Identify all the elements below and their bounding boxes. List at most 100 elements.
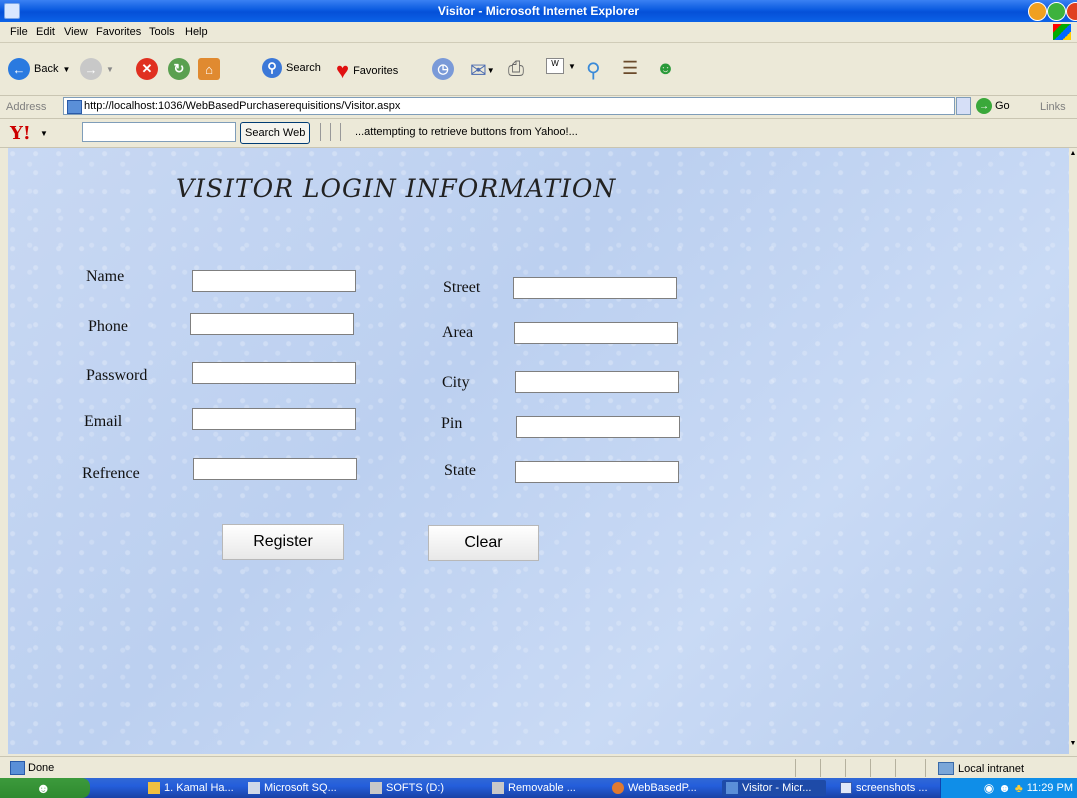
taskbar-item[interactable]: 1. Kamal Ha... [144, 780, 234, 796]
maximize-button[interactable] [1047, 2, 1066, 21]
name-input[interactable] [192, 270, 356, 292]
favorites-label: Favorites [353, 65, 399, 77]
taskbar-item[interactable]: WebBasedP... [608, 780, 708, 796]
password-input[interactable] [192, 362, 356, 384]
network-icon[interactable]: ◉ [984, 781, 994, 795]
discuss-button[interactable]: ⚲ [586, 58, 601, 83]
email-input[interactable] [192, 408, 356, 430]
back-button[interactable]: ← Back ▼ [8, 58, 70, 80]
page-status-icon [10, 761, 25, 775]
menu-edit[interactable]: Edit [36, 26, 55, 38]
yahoo-search-button[interactable]: Search Web [240, 122, 311, 144]
messenger-button[interactable]: ☻ [656, 58, 675, 79]
vertical-scrollbar[interactable]: ▲ ▼ [1069, 148, 1077, 754]
page-icon [67, 100, 82, 114]
print-icon: ⎙ [508, 58, 524, 80]
word-edit-icon: W [546, 58, 564, 74]
address-label: Address [6, 101, 47, 113]
forward-arrow-icon: → [80, 58, 102, 80]
yahoo-logo[interactable]: Y! [10, 123, 31, 144]
forward-button[interactable]: → ▼ [80, 58, 114, 80]
phone-input[interactable] [190, 313, 354, 335]
title-bar[interactable]: Visitor - Microsoft Internet Explorer [0, 0, 1077, 22]
yahoo-dropdown-icon[interactable]: ▼ [40, 129, 48, 138]
home-button[interactable]: ⌂ [198, 58, 220, 80]
stop-button[interactable]: ✕ [136, 58, 158, 80]
menu-view[interactable]: View [64, 26, 88, 38]
address-url: http://localhost:1036/WebBasedPurchasere… [84, 100, 401, 112]
home-icon: ⌂ [198, 58, 220, 80]
menu-help[interactable]: Help [185, 26, 208, 38]
scroll-down-arrow-icon[interactable]: ▼ [1069, 740, 1077, 750]
menu-favorites[interactable]: Favorites [96, 26, 141, 38]
clear-button[interactable]: Clear [428, 525, 539, 561]
yahoo-toolbar: Y! ▼ Search Web ...attempting to retriev… [0, 119, 1077, 148]
name-label: Name [86, 268, 125, 285]
go-button[interactable]: → Go [976, 98, 1010, 114]
scroll-up-arrow-icon[interactable]: ▲ [1069, 150, 1077, 160]
yahoo-search-input[interactable] [82, 122, 236, 142]
print-button[interactable]: ⎙ [508, 58, 524, 81]
research-button[interactable]: ☰ [622, 58, 638, 79]
stop-icon: ✕ [136, 58, 158, 80]
street-label: Street [443, 279, 481, 296]
page-title: VISITOR LOGIN INFORMATION [176, 174, 617, 203]
street-input[interactable] [513, 277, 677, 299]
system-tray: ◉ ☻ ♣ 11:29 PM [940, 778, 1077, 798]
mail-button[interactable]: ✉ ▼ [470, 58, 495, 83]
messenger-tray-icon[interactable]: ☻ [998, 781, 1011, 795]
area-input[interactable] [514, 322, 678, 344]
taskbar-item[interactable]: SOFTS (D:) [366, 780, 462, 796]
pin-input[interactable] [516, 416, 680, 438]
tray-app-icon[interactable]: ♣ [1015, 781, 1023, 795]
taskbar-item-label: Visitor - Micr... [742, 782, 812, 794]
start-button[interactable]: ☻ [0, 778, 90, 798]
menu-file[interactable]: File [10, 26, 28, 38]
address-input[interactable]: http://localhost:1036/WebBasedPurchasere… [63, 97, 955, 115]
taskbar-item[interactable]: Microsoft SQ... [244, 780, 344, 796]
standard-toolbar: ← Back ▼ → ▼ ✕ ↻ ⌂ ⚲ Search ♥ Favorites … [0, 43, 1077, 96]
taskbar-item-active[interactable]: Visitor - Micr... [722, 780, 826, 796]
separator [340, 123, 341, 141]
refrence-input[interactable] [193, 458, 357, 480]
security-zone: Local intranet [938, 762, 1024, 775]
forward-dropdown-icon: ▼ [106, 64, 114, 74]
separator [330, 123, 331, 141]
taskbar-item[interactable]: Removable ... [488, 780, 584, 796]
links-button[interactable]: Links [1040, 101, 1066, 113]
history-button[interactable]: ◷ [432, 58, 454, 80]
status-divider [845, 759, 846, 777]
taskbar-item-label: Removable ... [508, 782, 576, 794]
go-arrow-icon: → [976, 98, 992, 114]
taskbar-item[interactable]: screenshots ... [836, 780, 936, 796]
menu-bar: File Edit View Favorites Tools Help [0, 22, 1077, 43]
pin-label: Pin [441, 415, 463, 432]
drive-icon [492, 782, 504, 794]
city-input[interactable] [515, 371, 679, 393]
state-label: State [444, 462, 476, 479]
user-icon: ☻ [36, 780, 51, 796]
taskbar-item-label: Microsoft SQ... [264, 782, 337, 794]
status-divider [820, 759, 821, 777]
taskbar-item-label: SOFTS (D:) [386, 782, 445, 794]
page-content: VISITOR LOGIN INFORMATION Name Phone Pas… [8, 148, 1069, 754]
register-button[interactable]: Register [222, 524, 344, 560]
favorites-button[interactable]: ♥ Favorites [336, 58, 398, 84]
refresh-icon: ↻ [168, 58, 190, 80]
discuss-icon: ⚲ [586, 60, 601, 82]
search-button[interactable]: ⚲ Search [262, 58, 321, 78]
mail-icon: ✉ [470, 60, 487, 82]
menu-tools[interactable]: Tools [149, 26, 175, 38]
zone-label: Local intranet [958, 762, 1025, 775]
status-bar: Done Local intranet [0, 756, 1077, 779]
edit-dropdown-icon: ▼ [568, 61, 576, 71]
back-arrow-icon: ← [8, 58, 30, 80]
refresh-button[interactable]: ↻ [168, 58, 190, 80]
address-dropdown-button[interactable] [956, 97, 971, 115]
clock: 11:29 PM [1026, 782, 1073, 794]
state-input[interactable] [515, 461, 679, 483]
taskbar-item-label: WebBasedP... [628, 782, 697, 794]
minimize-button[interactable] [1028, 2, 1047, 21]
edit-button[interactable]: W ▼ [546, 58, 576, 74]
close-button[interactable] [1066, 2, 1077, 21]
